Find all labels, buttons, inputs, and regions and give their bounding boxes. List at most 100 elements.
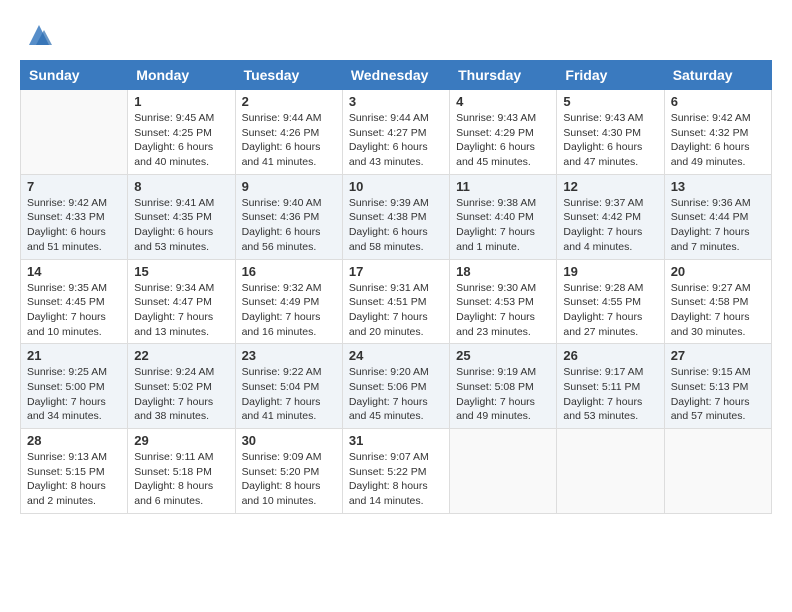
- page-header: [20, 20, 772, 50]
- day-number: 16: [242, 264, 336, 279]
- day-info: Sunrise: 9:07 AM Sunset: 5:22 PM Dayligh…: [349, 450, 443, 509]
- day-number: 14: [27, 264, 121, 279]
- day-number: 27: [671, 348, 765, 363]
- day-number: 20: [671, 264, 765, 279]
- calendar-cell: 21 Sunrise: 9:25 AM Sunset: 5:00 PM Dayli…: [21, 344, 128, 429]
- day-number: 29: [134, 433, 228, 448]
- day-info: Sunrise: 9:19 AM Sunset: 5:08 PM Dayligh…: [456, 365, 550, 424]
- day-number: 6: [671, 94, 765, 109]
- day-number: 3: [349, 94, 443, 109]
- day-info: Sunrise: 9:45 AM Sunset: 4:25 PM Dayligh…: [134, 111, 228, 170]
- calendar-cell: 16 Sunrise: 9:32 AM Sunset: 4:49 PM Dayli…: [235, 259, 342, 344]
- day-info: Sunrise: 9:36 AM Sunset: 4:44 PM Dayligh…: [671, 196, 765, 255]
- day-number: 8: [134, 179, 228, 194]
- day-info: Sunrise: 9:43 AM Sunset: 4:29 PM Dayligh…: [456, 111, 550, 170]
- day-info: Sunrise: 9:30 AM Sunset: 4:53 PM Dayligh…: [456, 281, 550, 340]
- day-info: Sunrise: 9:42 AM Sunset: 4:32 PM Dayligh…: [671, 111, 765, 170]
- calendar-cell: 5 Sunrise: 9:43 AM Sunset: 4:30 PM Daylig…: [557, 90, 664, 175]
- day-info: Sunrise: 9:11 AM Sunset: 5:18 PM Dayligh…: [134, 450, 228, 509]
- weekday-header-monday: Monday: [128, 61, 235, 90]
- day-info: Sunrise: 9:40 AM Sunset: 4:36 PM Dayligh…: [242, 196, 336, 255]
- day-number: 23: [242, 348, 336, 363]
- day-number: 28: [27, 433, 121, 448]
- day-number: 13: [671, 179, 765, 194]
- day-info: Sunrise: 9:43 AM Sunset: 4:30 PM Dayligh…: [563, 111, 657, 170]
- logo: [20, 20, 54, 50]
- day-number: 5: [563, 94, 657, 109]
- calendar-cell: 22 Sunrise: 9:24 AM Sunset: 5:02 PM Dayli…: [128, 344, 235, 429]
- day-number: 21: [27, 348, 121, 363]
- day-info: Sunrise: 9:41 AM Sunset: 4:35 PM Dayligh…: [134, 196, 228, 255]
- calendar-cell: 18Sunrise: 9:30 AM Sunset: 4:53 PM Dayli…: [450, 259, 557, 344]
- calendar-cell: 1 Sunrise: 9:45 AM Sunset: 4:25 PM Daylig…: [128, 90, 235, 175]
- calendar-cell: 14 Sunrise: 9:35 AM Sunset: 4:45 PM Dayli…: [21, 259, 128, 344]
- calendar-cell: 28 Sunrise: 9:13 AM Sunset: 5:15 PM Dayli…: [21, 429, 128, 514]
- day-number: 25: [456, 348, 550, 363]
- calendar-cell: 12 Sunrise: 9:37 AM Sunset: 4:42 PM Dayli…: [557, 174, 664, 259]
- day-number: 9: [242, 179, 336, 194]
- calendar-table: SundayMondayTuesdayWednesdayThursdayFrid…: [20, 60, 772, 514]
- calendar-cell: 29 Sunrise: 9:11 AM Sunset: 5:18 PM Dayli…: [128, 429, 235, 514]
- day-number: 17: [349, 264, 443, 279]
- calendar-cell: 25 Sunrise: 9:19 AM Sunset: 5:08 PM Dayli…: [450, 344, 557, 429]
- day-info: Sunrise: 9:39 AM Sunset: 4:38 PM Dayligh…: [349, 196, 443, 255]
- day-number: 10: [349, 179, 443, 194]
- calendar-cell: 15 Sunrise: 9:34 AM Sunset: 4:47 PM Dayli…: [128, 259, 235, 344]
- calendar-cell: 2 Sunrise: 9:44 AM Sunset: 4:26 PM Daylig…: [235, 90, 342, 175]
- day-info: Sunrise: 9:17 AM Sunset: 5:11 PM Dayligh…: [563, 365, 657, 424]
- day-info: Sunrise: 9:15 AM Sunset: 5:13 PM Dayligh…: [671, 365, 765, 424]
- day-number: 24: [349, 348, 443, 363]
- day-info: Sunrise: 9:38 AM Sunset: 4:40 PM Dayligh…: [456, 196, 550, 255]
- day-info: Sunrise: 9:35 AM Sunset: 4:45 PM Dayligh…: [27, 281, 121, 340]
- day-info: Sunrise: 9:32 AM Sunset: 4:49 PM Dayligh…: [242, 281, 336, 340]
- calendar-cell: 26Sunrise: 9:17 AM Sunset: 5:11 PM Dayli…: [557, 344, 664, 429]
- calendar-cell: 11Sunrise: 9:38 AM Sunset: 4:40 PM Dayli…: [450, 174, 557, 259]
- day-info: Sunrise: 9:44 AM Sunset: 4:27 PM Dayligh…: [349, 111, 443, 170]
- weekday-header-tuesday: Tuesday: [235, 61, 342, 90]
- day-info: Sunrise: 9:13 AM Sunset: 5:15 PM Dayligh…: [27, 450, 121, 509]
- calendar-cell: 10 Sunrise: 9:39 AM Sunset: 4:38 PM Dayli…: [342, 174, 449, 259]
- calendar-cell: 8 Sunrise: 9:41 AM Sunset: 4:35 PM Daylig…: [128, 174, 235, 259]
- day-info: Sunrise: 9:27 AM Sunset: 4:58 PM Dayligh…: [671, 281, 765, 340]
- day-number: 22: [134, 348, 228, 363]
- weekday-header-saturday: Saturday: [664, 61, 771, 90]
- day-info: Sunrise: 9:34 AM Sunset: 4:47 PM Dayligh…: [134, 281, 228, 340]
- day-number: 7: [27, 179, 121, 194]
- calendar-cell: [557, 429, 664, 514]
- day-info: Sunrise: 9:31 AM Sunset: 4:51 PM Dayligh…: [349, 281, 443, 340]
- calendar-cell: 23Sunrise: 9:22 AM Sunset: 5:04 PM Dayli…: [235, 344, 342, 429]
- calendar-cell: 30Sunrise: 9:09 AM Sunset: 5:20 PM Dayli…: [235, 429, 342, 514]
- calendar-cell: 7 Sunrise: 9:42 AM Sunset: 4:33 PM Daylig…: [21, 174, 128, 259]
- day-info: Sunrise: 9:20 AM Sunset: 5:06 PM Dayligh…: [349, 365, 443, 424]
- day-info: Sunrise: 9:37 AM Sunset: 4:42 PM Dayligh…: [563, 196, 657, 255]
- calendar-cell: 17 Sunrise: 9:31 AM Sunset: 4:51 PM Dayli…: [342, 259, 449, 344]
- calendar-week-row: 28 Sunrise: 9:13 AM Sunset: 5:15 PM Dayli…: [21, 429, 772, 514]
- calendar-week-row: 7 Sunrise: 9:42 AM Sunset: 4:33 PM Daylig…: [21, 174, 772, 259]
- day-info: Sunrise: 9:28 AM Sunset: 4:55 PM Dayligh…: [563, 281, 657, 340]
- day-number: 12: [563, 179, 657, 194]
- calendar-cell: 9 Sunrise: 9:40 AM Sunset: 4:36 PM Daylig…: [235, 174, 342, 259]
- day-number: 4: [456, 94, 550, 109]
- day-info: Sunrise: 9:24 AM Sunset: 5:02 PM Dayligh…: [134, 365, 228, 424]
- calendar-cell: 20 Sunrise: 9:27 AM Sunset: 4:58 PM Dayli…: [664, 259, 771, 344]
- day-info: Sunrise: 9:44 AM Sunset: 4:26 PM Dayligh…: [242, 111, 336, 170]
- calendar-cell: 13 Sunrise: 9:36 AM Sunset: 4:44 PM Dayli…: [664, 174, 771, 259]
- weekday-header-thursday: Thursday: [450, 61, 557, 90]
- day-info: Sunrise: 9:09 AM Sunset: 5:20 PM Dayligh…: [242, 450, 336, 509]
- calendar-cell: 19Sunrise: 9:28 AM Sunset: 4:55 PM Dayli…: [557, 259, 664, 344]
- weekday-header-wednesday: Wednesday: [342, 61, 449, 90]
- calendar-cell: 31Sunrise: 9:07 AM Sunset: 5:22 PM Dayli…: [342, 429, 449, 514]
- calendar-cell: 6 Sunrise: 9:42 AM Sunset: 4:32 PM Daylig…: [664, 90, 771, 175]
- calendar-cell: [450, 429, 557, 514]
- weekday-header-friday: Friday: [557, 61, 664, 90]
- calendar-cell: [664, 429, 771, 514]
- calendar-cell: [21, 90, 128, 175]
- day-number: 15: [134, 264, 228, 279]
- day-info: Sunrise: 9:42 AM Sunset: 4:33 PM Dayligh…: [27, 196, 121, 255]
- day-info: Sunrise: 9:25 AM Sunset: 5:00 PM Dayligh…: [27, 365, 121, 424]
- day-number: 1: [134, 94, 228, 109]
- day-number: 2: [242, 94, 336, 109]
- weekday-header-sunday: Sunday: [21, 61, 128, 90]
- calendar-cell: 4 Sunrise: 9:43 AM Sunset: 4:29 PM Daylig…: [450, 90, 557, 175]
- weekday-header-row: SundayMondayTuesdayWednesdayThursdayFrid…: [21, 61, 772, 90]
